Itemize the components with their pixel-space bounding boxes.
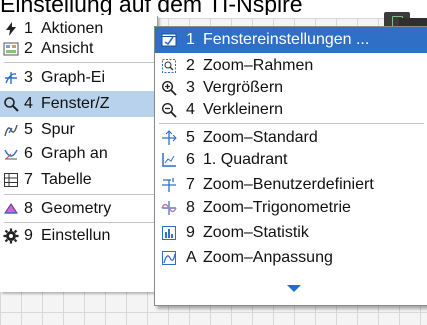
submenu-item-label: Verkleinern — [203, 101, 284, 118]
zoom-fit-icon — [162, 251, 176, 265]
menu-item-label: Graph-Ei — [41, 69, 106, 86]
menu-item-number: 8 — [24, 200, 33, 217]
menu-item-geometry[interactable]: 8 Geometry — [0, 196, 157, 222]
submenu-item-label: Zoom–Trigonometrie — [203, 199, 351, 216]
menu-item-analyze-graph[interactable]: 6 Graph an — [0, 141, 157, 167]
main-menu: 1 Aktionen 2 Ansicht 3 Graph-Ei 4 Fenste… — [0, 16, 158, 292]
submenu-item-quadrant[interactable]: 6 1. Quadrant — [155, 147, 427, 173]
submenu-item-zoom-stat[interactable]: 9 Zoom–Statistik — [155, 220, 427, 246]
view-icon — [3, 42, 19, 56]
zoom-in-icon — [161, 80, 177, 96]
menu-item-number: 3 — [24, 69, 33, 86]
menu-item-graph-entry[interactable]: 3 Graph-Ei — [0, 65, 157, 91]
zoom-standard-icon — [162, 130, 177, 145]
submenu-item-label: Zoom–Statistik — [203, 224, 309, 241]
submenu-item-label: Zoom–Anpassung — [203, 249, 333, 266]
submenu-item-number: A — [186, 249, 197, 266]
menu-item-number: 7 — [24, 171, 33, 188]
zoom-box-icon — [162, 59, 176, 73]
magnifier-icon — [4, 97, 19, 112]
menu-separator — [4, 62, 157, 63]
menu-item-number: 2 — [24, 40, 33, 57]
submenu-item-number: 9 — [186, 224, 195, 241]
caption-text: Einstellung auf dem TI-Nspire — [0, 0, 303, 15]
menu-item-number: 5 — [24, 121, 33, 138]
submenu-item-number: 4 — [186, 101, 195, 118]
zoom-stat-icon — [162, 226, 176, 240]
submenu-item-label: Fenstereinstellungen ... — [203, 31, 370, 48]
submenu-separator — [159, 123, 424, 124]
submenu-item-zoom-trig[interactable]: 8 Zoom–Trigonometrie — [155, 195, 427, 221]
analyze-graph-icon — [4, 149, 18, 160]
flash-icon — [6, 22, 16, 36]
submenu-item-label: 1. Quadrant — [203, 151, 288, 168]
quadrant-icon — [162, 153, 176, 167]
scroll-down-arrow-icon[interactable] — [287, 285, 301, 292]
window-settings-icon — [161, 33, 177, 47]
submenu-item-number: 8 — [186, 199, 195, 216]
menu-separator — [4, 194, 157, 195]
menu-item-label: Einstellun — [41, 227, 111, 244]
gear-icon — [3, 228, 19, 244]
menu-item-label: Ansicht — [41, 40, 94, 57]
menu-item-label: Spur — [41, 121, 75, 138]
zoom-submenu: 1 Fenstereinstellungen ... 2 Zoom–Rahmen… — [154, 26, 427, 306]
menu-item-number: 9 — [24, 227, 33, 244]
graph-entry-icon — [5, 72, 17, 84]
submenu-item-zoom-fit[interactable]: A Zoom–Anpassung — [155, 245, 427, 271]
zoom-out-icon — [161, 102, 177, 118]
zoom-user-icon — [162, 178, 176, 192]
zoom-trig-icon — [161, 201, 177, 215]
menu-item-number: 6 — [24, 145, 33, 162]
menu-item-window-zoom[interactable]: 4 Fenster/Z — [0, 91, 157, 117]
menu-item-view[interactable]: 2 Ansicht — [0, 36, 157, 62]
menu-item-settings[interactable]: 9 Einstellun — [0, 223, 157, 249]
submenu-item-number: 1 — [186, 31, 195, 48]
geometry-icon — [4, 203, 18, 214]
submenu-item-window-settings[interactable]: 1 Fenstereinstellungen ... — [155, 27, 427, 53]
menu-item-number: 4 — [24, 95, 33, 112]
menu-item-label: Tabelle — [41, 171, 92, 188]
table-icon — [4, 173, 18, 187]
menu-item-label: Fenster/Z — [41, 95, 110, 112]
trace-icon — [4, 124, 18, 137]
menu-item-table[interactable]: 7 Tabelle — [0, 167, 157, 193]
menu-item-label: Geometry — [41, 200, 112, 217]
submenu-item-number: 6 — [186, 151, 195, 168]
menu-item-trace[interactable]: 5 Spur — [0, 117, 157, 143]
menu-item-label: Graph an — [41, 145, 108, 162]
submenu-item-zoom-out[interactable]: 4 Verkleinern — [155, 97, 427, 123]
